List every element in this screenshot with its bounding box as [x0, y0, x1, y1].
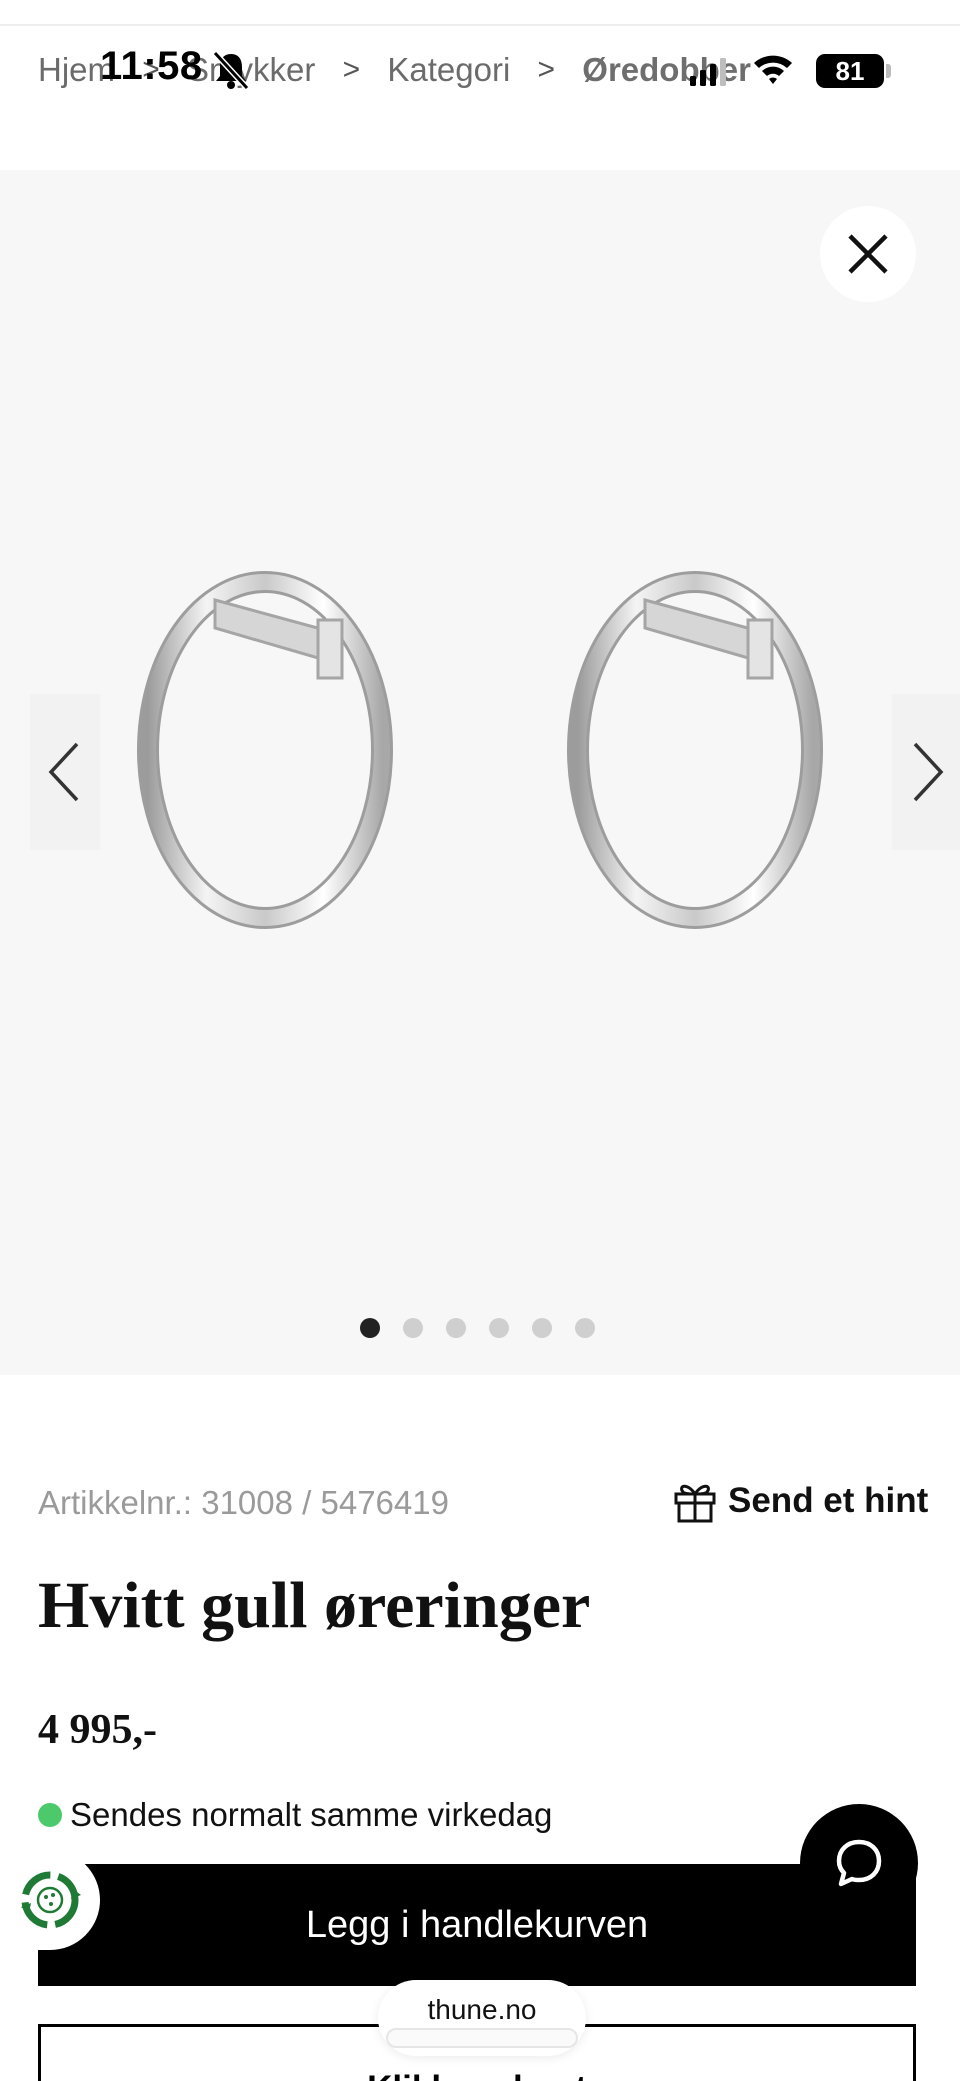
status-time: 11:58	[100, 44, 203, 88]
gift-icon	[674, 1484, 716, 1523]
wifi-icon	[754, 55, 792, 84]
breadcrumb-jewelry[interactable]: Smykker	[187, 51, 315, 89]
signal-icon	[690, 58, 726, 86]
recycle-icon	[21, 1871, 81, 1929]
pagination-dot[interactable]	[403, 1318, 423, 1338]
gallery-pagination	[360, 1318, 595, 1338]
send-hint-button[interactable]: Send et hint	[672, 1478, 928, 1524]
top-divider	[0, 24, 960, 26]
product-image[interactable]	[120, 560, 840, 980]
send-hint-label: Send et hint	[728, 1481, 929, 1520]
product-price: 4 995,-	[38, 1707, 157, 1753]
stock-status-text: Sendes normalt samme virkedag	[70, 1796, 553, 1833]
sustainability-badge[interactable]	[0, 1850, 100, 1950]
previous-image-button[interactable]	[30, 694, 100, 850]
address-bar-handle	[386, 2028, 578, 2048]
bell-muted-icon	[212, 50, 250, 90]
next-image-button[interactable]	[892, 694, 960, 850]
stock-indicator-dot	[38, 1803, 62, 1827]
breadcrumb-category[interactable]: Kategori	[387, 51, 510, 89]
pagination-dot[interactable]	[489, 1318, 509, 1338]
close-icon	[848, 234, 888, 274]
pagination-dot[interactable]	[446, 1318, 466, 1338]
breadcrumb-separator: >	[537, 53, 556, 86]
article-number: Artikkelnr.: 31008 / 5476419	[38, 1484, 449, 1521]
battery-tip	[886, 64, 891, 78]
chevron-right-icon	[913, 742, 944, 802]
pagination-dot[interactable]	[575, 1318, 595, 1338]
pagination-dot[interactable]	[532, 1318, 552, 1338]
pagination-dot[interactable]	[360, 1318, 380, 1338]
chat-bubble-icon	[836, 1839, 882, 1887]
chevron-left-icon	[48, 742, 79, 802]
product-title: Hvitt gull øreringer	[38, 1569, 591, 1642]
breadcrumb-separator: >	[342, 53, 361, 86]
stock-status: Sendes normalt samme virkedag	[38, 1796, 552, 1834]
battery-indicator: 81	[816, 54, 884, 88]
add-to-cart-button[interactable]: Legg i handlekurven	[38, 1864, 916, 1986]
chat-button[interactable]	[800, 1804, 918, 1922]
close-gallery-button[interactable]	[820, 206, 916, 302]
